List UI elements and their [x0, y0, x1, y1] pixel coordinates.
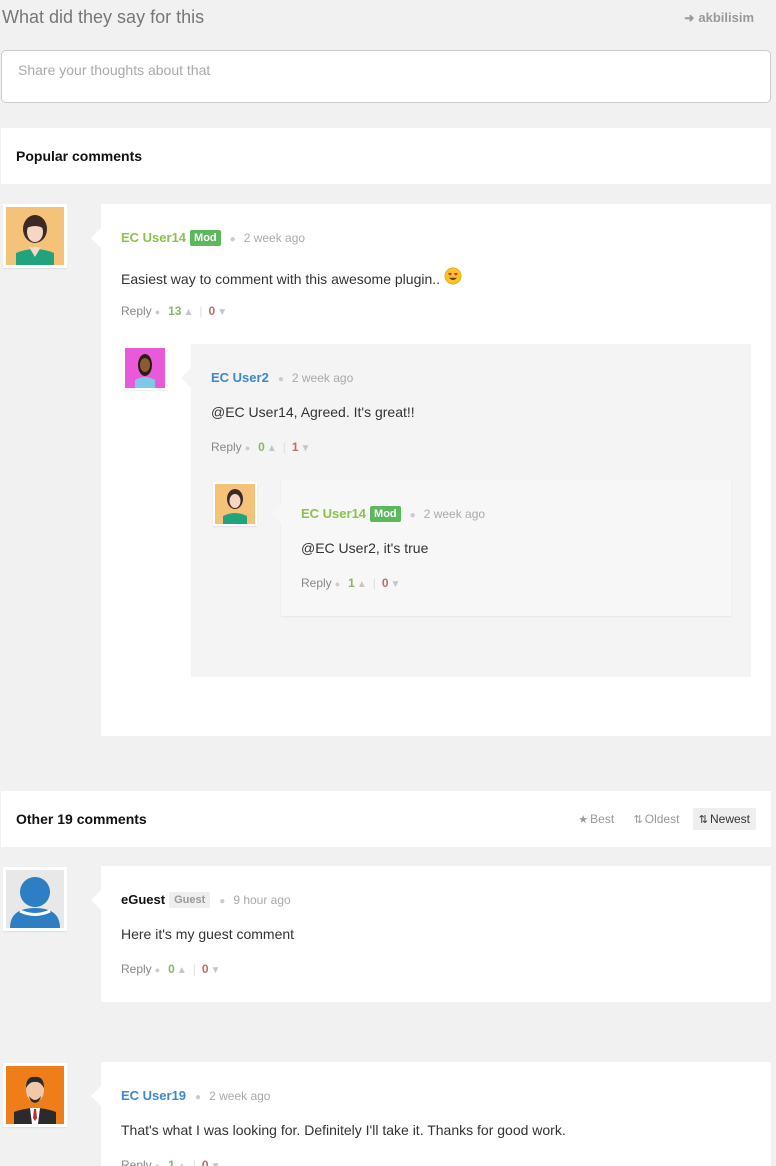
comment-actions: Reply●1▲|0▼: [121, 1158, 220, 1166]
comment-input-box[interactable]: [1, 50, 771, 103]
reply-link[interactable]: Reply: [301, 576, 332, 590]
thumbs-down-icon: ▼: [210, 965, 221, 976]
comment-meta: EC User19 ● 2 week ago: [121, 1088, 271, 1103]
sort-newest[interactable]: ⇅ Newest: [692, 808, 756, 830]
downvote-button[interactable]: 0▼: [382, 576, 401, 590]
login-link[interactable]: ➜ akbilisim: [684, 10, 754, 25]
female-avatar-icon: [215, 484, 255, 524]
comment-time[interactable]: 9 hour ago: [233, 893, 290, 907]
sort-best[interactable]: ★ Best: [572, 808, 620, 830]
upvote-button[interactable]: 1▲: [168, 1158, 187, 1166]
comment-author[interactable]: eGuest: [121, 892, 165, 907]
star-icon: ★: [578, 814, 589, 826]
page-title: What did they say for this: [2, 7, 205, 27]
reply-link[interactable]: Reply: [121, 962, 152, 976]
comment-meta: EC User14 Mod ● 2 week ago: [301, 506, 486, 522]
thumbs-up-icon: ▲: [176, 965, 187, 976]
thumbs-up-icon: ▲: [177, 1161, 187, 1166]
upvote-button[interactable]: 1▲: [348, 576, 367, 590]
avatar[interactable]: [3, 1063, 67, 1127]
comment-actions: Reply ● 0 ▲ | 1 ▼: [211, 440, 311, 454]
username: akbilisim: [698, 10, 754, 25]
comment-input[interactable]: [2, 51, 770, 102]
reply-link[interactable]: Reply: [121, 304, 152, 318]
sort-controls: ★ Best ⇅ Oldest ⇅ Newest: [568, 808, 756, 830]
sort-asc-icon: ⇅: [633, 814, 643, 826]
comment-meta: EC User2 ● 2 week ago: [211, 370, 354, 385]
comment-text: Easiest way to comment with this awesome…: [121, 267, 462, 287]
guest-badge: Guest: [169, 892, 211, 908]
default-user-icon: [6, 870, 64, 928]
comment-meta: EC User14 Mod ● 2 week ago: [121, 230, 306, 246]
upvote-button[interactable]: 13 ▲: [168, 304, 193, 318]
downvote-button[interactable]: 0▼: [209, 304, 228, 318]
mod-badge: Mod: [370, 506, 401, 522]
comment-text: That's what I was looking for. Definitel…: [121, 1122, 566, 1138]
comment-text: @EC User14, Agreed. It's great!!: [211, 404, 415, 420]
comment-author[interactable]: EC User19: [121, 1088, 186, 1103]
comment-time[interactable]: 2 week ago: [424, 507, 485, 521]
comment-card: EC User19 ● 2 week ago That's what I was l…: [91, 1062, 771, 1166]
thumbs-up-icon: ▲: [356, 579, 367, 590]
thumbs-down-icon: ▼: [211, 1161, 221, 1166]
downvote-button[interactable]: 1 ▼: [292, 440, 311, 454]
heart-eyes-emoji-icon: [444, 267, 462, 285]
comment-actions: Reply●1▲|0▼: [301, 576, 401, 590]
thumbs-down-icon: ▼: [390, 579, 401, 590]
comment-card: EC User14 Mod ● 2 week ago Easiest way to c…: [91, 204, 771, 736]
male-avatar-icon: [6, 1066, 64, 1124]
popular-comments-title: Popular comments: [16, 148, 143, 164]
upvote-button[interactable]: 0 ▲: [258, 440, 277, 454]
comment-time[interactable]: 2 week ago: [244, 231, 305, 245]
reply-link[interactable]: Reply: [211, 440, 242, 454]
thumbs-up-icon: ▲: [183, 307, 194, 318]
downvote-button[interactable]: 0▼: [202, 962, 221, 976]
comment-author[interactable]: EC User2: [211, 370, 269, 385]
comment-author[interactable]: EC User14: [301, 506, 366, 521]
comment-meta: eGuest Guest ● 9 hour ago: [121, 892, 291, 908]
comment-text: Here it's my guest comment: [121, 926, 295, 942]
reply-link[interactable]: Reply: [121, 1158, 152, 1166]
other-comments-header: Other 19 comments ★ Best ⇅ Oldest ⇅ Newest: [1, 791, 771, 847]
avatar[interactable]: [3, 204, 67, 268]
avatar[interactable]: [123, 346, 167, 390]
downvote-button[interactable]: 0▼: [202, 1158, 221, 1166]
top-bar: What did they say for this ➜ akbilisim: [0, 0, 776, 36]
other-comments-title: Other 19 comments: [16, 811, 147, 827]
avatar[interactable]: [3, 867, 67, 931]
sort-desc-icon: ⇅: [698, 814, 708, 826]
comment-card: eGuest Guest ● 9 hour ago Here it's my gues…: [91, 866, 771, 1002]
mod-badge: Mod: [190, 230, 221, 246]
reply-card: EC User14 Mod ● 2 week ago @EC User2, it's …: [271, 480, 731, 616]
female-avatar-icon: [125, 348, 165, 388]
comment-time[interactable]: 2 week ago: [209, 1089, 270, 1103]
thumbs-up-icon: ▲: [266, 443, 277, 454]
upvote-button[interactable]: 0 ▲: [168, 962, 187, 976]
comment-actions: Reply ● 0 ▲ | 0 ▼: [121, 962, 221, 976]
female-avatar-icon: [6, 207, 64, 265]
comment-time[interactable]: 2 week ago: [292, 371, 353, 385]
avatar[interactable]: [213, 482, 257, 526]
sign-in-icon: ➜: [684, 11, 695, 25]
comment-author[interactable]: EC User14: [121, 230, 186, 245]
reply-card: EC User2 ● 2 week ago @EC User14, Agreed. …: [181, 344, 751, 677]
thumbs-down-icon: ▼: [217, 307, 228, 318]
popular-comments-header: Popular comments: [1, 128, 771, 184]
sort-oldest[interactable]: ⇅ Oldest: [628, 808, 686, 830]
comment-text: @EC User2, it's true: [301, 540, 429, 556]
comment-actions: Reply ● 13 ▲ | 0 ▼: [121, 304, 228, 318]
thumbs-down-icon: ▼: [300, 443, 311, 454]
